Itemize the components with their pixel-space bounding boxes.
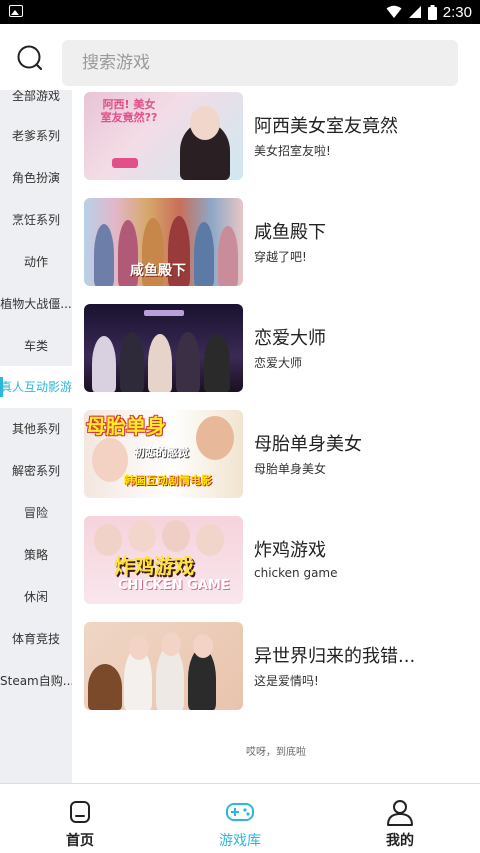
thumbnail-subcaption: 初恋的感觉 — [134, 446, 189, 459]
thumbnail-subcaption: CHICKEN GAME — [118, 578, 230, 593]
sidebar-item-casual[interactable]: 休闲 — [0, 576, 72, 618]
clock: 2:30 — [442, 3, 472, 21]
character-figure — [94, 224, 114, 286]
sidebar-item-sports[interactable]: 体育竞技 — [0, 618, 72, 660]
character-figure — [218, 226, 238, 286]
game-card[interactable]: 炸鸡游戏 CHICKEN GAME 炸鸡游戏 chicken game — [72, 516, 480, 616]
character-figure — [194, 222, 214, 286]
game-title: 异世界归来的我错... — [254, 646, 416, 667]
character-face — [196, 416, 234, 460]
signal-icon — [408, 6, 421, 18]
wifi-icon — [386, 5, 402, 18]
status-right: 2:30 — [386, 0, 472, 24]
character-face — [190, 106, 220, 140]
game-thumbnail: 阿西! 美女 室友竟然?? — [84, 92, 243, 180]
sidebar-item-plants-vs-zombies[interactable]: 植物大战僵... — [0, 283, 72, 325]
list-end-text: 哎呀，到底啦 — [246, 747, 306, 758]
thumbnail-caption: 阿西! 美女 室友竟然?? — [100, 98, 158, 124]
character-face — [129, 636, 149, 660]
sidebar-item-role-play[interactable]: 角色扮演 — [0, 157, 72, 199]
character-figure — [148, 334, 172, 392]
game-card[interactable]: 恋爱大师 恋爱大师 — [72, 304, 480, 404]
game-title: 咸鱼殿下 — [254, 222, 326, 243]
battery-icon — [427, 4, 437, 20]
category-sidebar: 全部游戏 老爹系列 角色扮演 烹饪系列 动作 植物大战僵... 车类 真人互动影… — [0, 90, 72, 783]
game-card[interactable]: 母胎单身 初恋的感觉 韩国互动剧情电影 母胎单身美女 母胎单身美女 — [72, 410, 480, 510]
game-subtitle: 美女招室友啦! — [254, 144, 331, 158]
bottom-nav: 首页 游戏库 我的 — [0, 783, 480, 853]
sidebar-item-other-series[interactable]: 其他系列 — [0, 408, 72, 450]
character-face — [162, 520, 190, 552]
sidebar-item-strategy[interactable]: 策略 — [0, 534, 72, 576]
game-subtitle: 这是爱情吗! — [254, 674, 319, 688]
search-input[interactable] — [62, 40, 458, 86]
search-button[interactable] — [10, 38, 52, 80]
search-icon — [17, 45, 43, 71]
game-card[interactable]: 咸鱼殿下 咸鱼殿下 穿越了吧! — [72, 198, 480, 298]
sidebar-item-action[interactable]: 动作 — [0, 241, 72, 283]
status-bar: 2:30 — [0, 0, 480, 24]
nav-home[interactable]: 首页 — [0, 784, 160, 853]
play-badge — [112, 158, 138, 168]
game-title: 母胎单身美女 — [254, 434, 362, 455]
sidebar-item-all-games[interactable]: 全部游戏 — [0, 90, 72, 117]
game-subtitle: 恋爱大师 — [254, 356, 303, 370]
thumbnail-tagline: 韩国互动剧情电影 — [124, 474, 212, 487]
sidebar-item-cooking-series[interactable]: 烹饪系列 — [0, 199, 72, 241]
sidebar-item-puzzle-series[interactable]: 解密系列 — [0, 450, 72, 492]
game-card[interactable]: 异世界归来的我错... 这是爱情吗! — [72, 622, 480, 722]
game-subtitle: 母胎单身美女 — [254, 462, 327, 476]
nav-game-library-label: 游戏库 — [219, 833, 261, 849]
nav-game-library[interactable]: 游戏库 — [160, 784, 320, 853]
gallery-icon — [9, 5, 23, 17]
game-title: 恋爱大师 — [254, 328, 326, 349]
user-icon — [387, 800, 413, 826]
character-figure — [204, 334, 230, 392]
sidebar-item-papa-series[interactable]: 老爹系列 — [0, 115, 72, 157]
sidebar-item-interactive-movies[interactable]: 真人互动影游 — [0, 366, 72, 408]
game-subtitle: chicken game — [254, 566, 338, 580]
nav-home-label: 首页 — [66, 833, 94, 849]
character-face — [193, 634, 213, 658]
game-title: 阿西美女室友竟然 — [254, 116, 398, 137]
character-figure — [176, 332, 200, 392]
game-thumbnail — [84, 304, 243, 392]
game-subtitle: 穿越了吧! — [254, 250, 307, 264]
thumbnail-caption: 咸鱼殿下 — [130, 263, 186, 279]
game-title: 炸鸡游戏 — [254, 540, 326, 561]
nav-profile-label: 我的 — [386, 833, 414, 849]
character-figure — [92, 336, 116, 392]
thumbnail-caption: 炸鸡游戏 — [114, 554, 194, 578]
character-face — [92, 438, 128, 482]
thumbnail-caption: 母胎单身 — [86, 414, 166, 438]
home-icon — [70, 801, 90, 823]
sidebar-item-cars[interactable]: 车类 — [0, 325, 72, 367]
character-face — [128, 520, 156, 552]
sidebar-item-adventure[interactable]: 冒险 — [0, 492, 72, 534]
game-thumbnail: 咸鱼殿下 — [84, 198, 243, 286]
character-face — [161, 632, 181, 656]
sidebar-item-steam[interactable]: Steam自购... — [0, 660, 72, 702]
show-logo — [144, 310, 184, 316]
gamepad-icon — [226, 803, 254, 821]
game-thumbnail: 炸鸡游戏 CHICKEN GAME — [84, 516, 243, 604]
character-face — [196, 524, 224, 556]
game-thumbnail: 母胎单身 初恋的感觉 韩国互动剧情电影 — [84, 410, 243, 498]
teddy-bear — [88, 664, 122, 710]
game-card[interactable]: 阿西! 美女 室友竟然?? 阿西美女室友竟然 美女招室友啦! — [72, 92, 480, 192]
game-thumbnail — [84, 622, 243, 710]
nav-profile[interactable]: 我的 — [320, 784, 480, 853]
search-header — [0, 24, 480, 94]
character-figure — [120, 332, 144, 392]
game-list: 阿西! 美女 室友竟然?? 阿西美女室友竟然 美女招室友啦! 咸鱼殿下 咸鱼殿下… — [72, 90, 480, 783]
